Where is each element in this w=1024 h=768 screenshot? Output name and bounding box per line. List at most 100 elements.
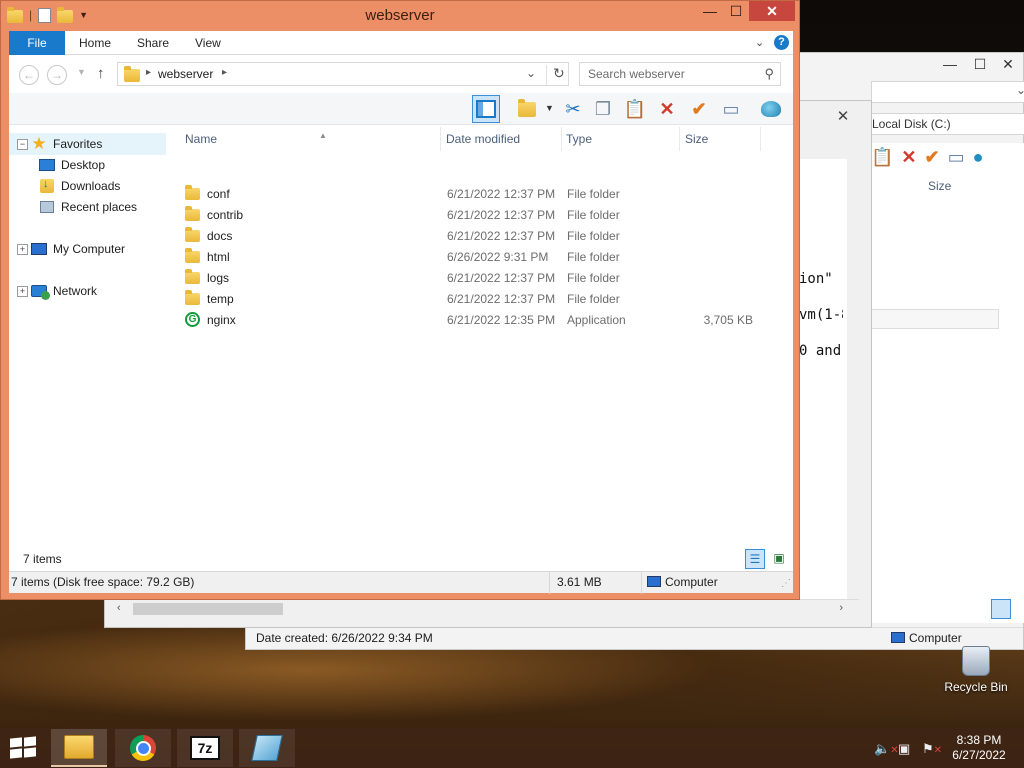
forward-button[interactable]: → <box>47 65 67 85</box>
file-type: File folder <box>567 187 620 201</box>
breadcrumb-webserver[interactable]: webserver <box>158 67 213 81</box>
column-header-size[interactable]: Size <box>681 127 761 151</box>
recycle-bin-label: Recycle Bin <box>944 680 1008 694</box>
copy-button[interactable]: ❐ <box>589 95 617 123</box>
tab-home[interactable]: Home <box>79 36 111 50</box>
file-row-conf[interactable]: conf 6/21/2022 12:37 PM File folder <box>185 184 785 204</box>
status-summary: 7 items (Disk free space: 79.2 GB) <box>11 575 195 589</box>
nav-recent-places[interactable]: Recent places <box>39 197 137 217</box>
address-dropdown-icon[interactable]: ⌄ <box>526 66 536 80</box>
network-status-icon[interactable]: ▣ <box>898 741 910 757</box>
folder-options-button[interactable] <box>513 95 541 123</box>
nav-downloads[interactable]: Downloads <box>39 176 120 196</box>
recycle-bin[interactable]: Recycle Bin <box>936 646 1016 694</box>
action-center-icon[interactable]: ⚑✕ <box>922 741 942 757</box>
nav-my-computer[interactable]: + My Computer <box>9 239 125 259</box>
bg1-horizontal-scrollbar[interactable]: ‹ › <box>113 599 859 617</box>
minimize-button[interactable]: — <box>697 3 723 25</box>
expand-ribbon-icon[interactable]: ⌄ <box>755 36 764 49</box>
tab-view[interactable]: View <box>195 36 221 50</box>
file-name: html <box>207 250 230 264</box>
bg2-close-button[interactable]: ✕ <box>994 56 1022 72</box>
folder-icon <box>185 248 200 263</box>
up-button[interactable]: ↑ <box>97 65 105 82</box>
scroll-right-icon[interactable]: › <box>839 602 843 614</box>
resize-grip-icon[interactable]: ⋰ <box>781 578 791 589</box>
close-button[interactable]: ✕ <box>749 1 795 21</box>
bg2-delete-icon[interactable]: ✕ <box>901 147 916 168</box>
paste-button[interactable]: 📋 <box>621 95 649 123</box>
address-bar[interactable]: ▸ webserver ▸ ⌄ ↻ <box>117 62 569 86</box>
bg2-nav-strip[interactable]: ⌄ <box>871 81 1024 103</box>
item-count-bar: 7 items ☰ ▣ <box>9 547 793 571</box>
file-name: temp <box>207 292 234 306</box>
bg1-editor-line: ion" <box>799 271 833 287</box>
help-icon[interactable]: ? <box>774 35 789 50</box>
refresh-button[interactable]: ↻ <box>546 65 565 85</box>
status-location: Computer <box>647 575 718 589</box>
volume-muted-icon[interactable]: 🔈✕ <box>874 741 899 757</box>
expand-icon[interactable]: + <box>17 243 28 255</box>
search-icon[interactable]: ⚲ <box>764 66 774 82</box>
tab-share[interactable]: Share <box>137 36 169 50</box>
bg2-minimize-button[interactable]: — <box>936 56 964 72</box>
column-header-date[interactable]: Date modified <box>442 127 562 151</box>
taskbar-7zip[interactable]: 7z <box>177 729 233 767</box>
file-row-temp[interactable]: temp 6/21/2022 12:37 PM File folder <box>185 289 785 309</box>
search-input[interactable]: Search webserver ⚲ <box>579 62 781 86</box>
maximize-button[interactable]: ☐ <box>723 3 749 25</box>
file-date: 6/21/2022 12:37 PM <box>447 271 556 285</box>
tab-file[interactable]: File <box>9 31 65 55</box>
rename-button[interactable]: ▭ <box>717 95 745 123</box>
bg1-close-button[interactable]: ✕ <box>823 107 863 125</box>
expand-icon[interactable]: + <box>17 285 28 297</box>
recent-locations-dropdown-icon[interactable]: ▼ <box>77 67 86 77</box>
title-bar[interactable]: | ▼ webserver — ☐ ✕ <box>1 1 799 31</box>
bg2-maximize-button[interactable]: ☐ <box>966 56 994 72</box>
network-button[interactable] <box>757 95 785 123</box>
bg2-paste-icon[interactable]: 📋 <box>871 147 893 168</box>
large-icons-view-button[interactable]: ▣ <box>769 549 789 569</box>
folder-icon <box>185 227 200 242</box>
breadcrumb-separator-icon[interactable]: ▸ <box>222 67 227 78</box>
bg2-address-bar[interactable]: Local Disk (C:) <box>871 113 1024 135</box>
bg1-vertical-scrollbar[interactable] <box>847 159 861 599</box>
bg2-chevron-icon[interactable]: ⌄ <box>1016 83 1024 97</box>
back-button[interactable]: ← <box>19 65 39 85</box>
delete-icon: ✕ <box>659 98 675 119</box>
select-button[interactable]: ✔ <box>685 95 713 123</box>
scroll-left-icon[interactable]: ‹ <box>117 602 121 614</box>
folder-options-dropdown-icon[interactable]: ▼ <box>545 103 554 113</box>
column-header-name[interactable]: Name ▲ <box>181 127 441 151</box>
delete-button[interactable]: ✕ <box>653 95 681 123</box>
file-row-contrib[interactable]: contrib 6/21/2022 12:37 PM File folder <box>185 205 785 225</box>
preview-pane-button[interactable] <box>472 95 500 123</box>
file-row-html[interactable]: html 6/26/2022 9:31 PM File folder <box>185 247 785 267</box>
bg2-details-view-button[interactable] <box>991 599 1011 619</box>
nav-network[interactable]: + Network <box>9 281 97 301</box>
bg2-globe-icon[interactable]: ● <box>973 147 984 168</box>
taskbar-file-explorer[interactable] <box>51 729 107 767</box>
bg2-content: 📋 ✕ ✔ ▭ ● Size <box>871 143 1024 623</box>
file-row-docs[interactable]: docs 6/21/2022 12:37 PM File folder <box>185 226 785 246</box>
bg2-size-column[interactable]: Size <box>928 179 951 193</box>
column-header-type[interactable]: Type <box>562 127 680 151</box>
bg2-check-icon[interactable]: ✔ <box>925 147 940 168</box>
file-row-nginx[interactable]: G nginx 6/21/2022 12:35 PM Application 3… <box>185 310 785 330</box>
nav-favorites[interactable]: − ★ Favorites <box>9 133 166 155</box>
file-row-logs[interactable]: logs 6/21/2022 12:37 PM File folder <box>185 268 785 288</box>
taskbar-notepad[interactable] <box>239 729 295 767</box>
start-button[interactable] <box>10 736 38 760</box>
bg1-scroll-thumb[interactable] <box>133 603 283 615</box>
collapse-icon[interactable]: − <box>17 138 28 150</box>
system-clock[interactable]: 8:38 PM 6/27/2022 <box>944 733 1014 763</box>
taskbar-chrome[interactable] <box>115 729 171 767</box>
explorer-window[interactable]: | ▼ webserver — ☐ ✕ File Home Share View… <box>0 0 800 600</box>
nav-desktop[interactable]: Desktop <box>39 155 105 175</box>
chrome-icon <box>130 735 156 761</box>
bg2-rename-icon[interactable]: ▭ <box>948 147 965 168</box>
details-view-button[interactable]: ☰ <box>745 549 765 569</box>
cut-button[interactable]: ✂ <box>559 95 587 123</box>
breadcrumb-separator-icon[interactable]: ▸ <box>146 67 151 78</box>
file-date: 6/21/2022 12:37 PM <box>447 229 556 243</box>
